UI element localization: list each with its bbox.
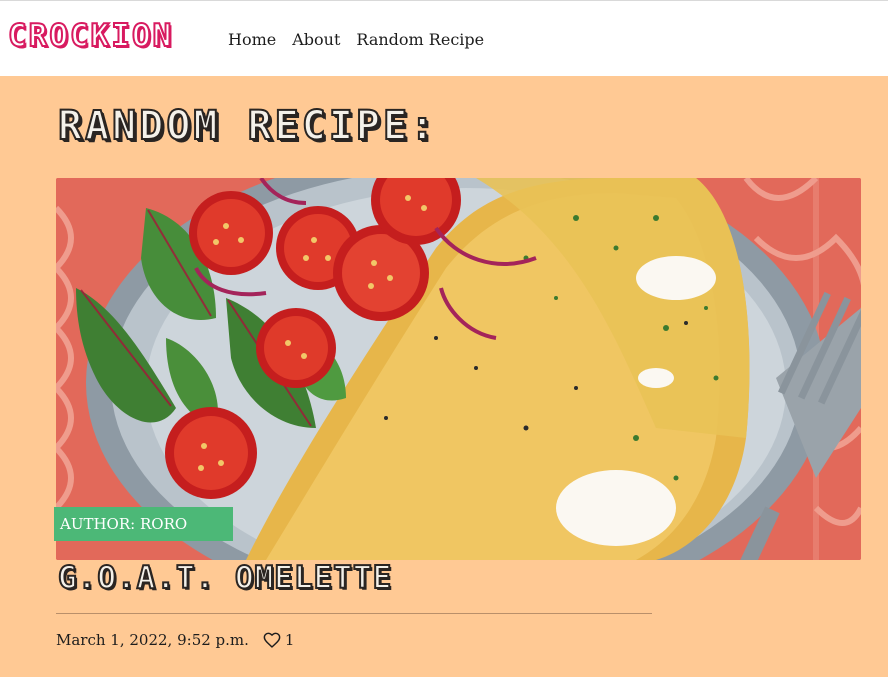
nav-about-link[interactable]: About: [292, 30, 340, 49]
heart-icon: [263, 632, 281, 648]
like-button[interactable]: 1: [263, 631, 295, 649]
nav-home-link[interactable]: Home: [228, 30, 276, 49]
site-logo[interactable]: CROCKION: [7, 20, 173, 53]
post-date: March 1, 2022, 9:52 p.m.: [56, 631, 249, 649]
recipe-title[interactable]: G.O.A.T. OMELETTE: [57, 562, 392, 595]
like-count: 1: [284, 631, 295, 649]
nav-random-recipe-link[interactable]: Random Recipe: [356, 30, 484, 49]
page-title: RANDOM RECIPE:: [57, 103, 438, 149]
main-nav: Home About Random Recipe: [228, 30, 500, 49]
omelette-photo: [56, 178, 861, 560]
recipe-meta: March 1, 2022, 9:52 p.m. 1: [56, 631, 294, 649]
author-badge: AUTHOR: RORO: [54, 507, 233, 541]
recipe-image[interactable]: [56, 178, 861, 560]
divider: [56, 613, 652, 614]
top-navbar: CROCKION Home About Random Recipe: [0, 0, 888, 76]
